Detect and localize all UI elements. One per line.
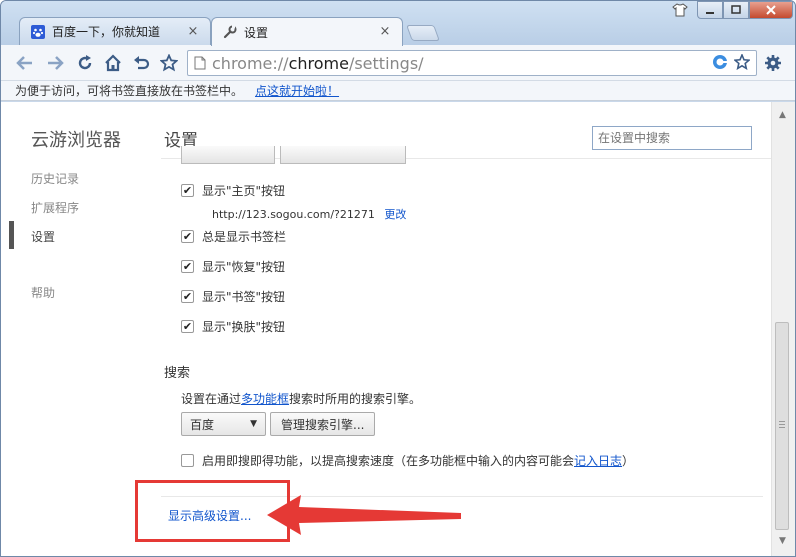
instant-search-row[interactable]: 启用即搜即得功能，以提高搜索速度（在多功能框中输入的内容可能会 记入日志）	[181, 452, 634, 469]
checkbox[interactable]: ✔	[181, 320, 194, 333]
tab-baidu[interactable]: 百度一下，你就知道 ×	[19, 17, 211, 45]
search-description: 设置在通过多功能框搜索时所用的搜索引擎。	[181, 392, 422, 406]
selected-engine: 百度	[190, 417, 215, 432]
new-tab-button[interactable]	[406, 25, 440, 41]
checkbox-row-home[interactable]: ✔ 显示"主页"按钮	[181, 182, 285, 199]
forward-icon[interactable]	[43, 51, 67, 75]
sidebar-item-history[interactable]: 历史记录	[31, 170, 79, 187]
baidu-paw-icon	[30, 24, 46, 40]
checkbox-row-bookmark[interactable]: ✔ 显示"书签"按钮	[181, 288, 285, 305]
homepage-url-row: http://123.sogou.com/?21271 更改	[212, 206, 406, 222]
toolbar: chrome://chrome/settings/	[1, 45, 795, 81]
sidebar-brand: 云游浏览器	[31, 130, 121, 151]
checkbox-row-restore[interactable]: ✔ 显示"恢复"按钮	[181, 258, 285, 275]
settings-page: 云游浏览器 历史记录 扩展程序 设置 帮助 设置 ✔ 显示"主页"按钮 http…	[1, 102, 795, 556]
change-homepage-link[interactable]: 更改	[384, 208, 406, 221]
checkbox-label: 显示"书签"按钮	[202, 290, 286, 304]
restore-icon[interactable]	[129, 51, 153, 75]
bookmark-bar-link[interactable]: 点这就开始啦！	[255, 82, 339, 99]
tab-settings[interactable]: 设置 ×	[211, 17, 403, 46]
bookmark-star-icon[interactable]	[157, 51, 181, 75]
sidebar-item-extensions[interactable]: 扩展程序	[31, 199, 79, 216]
log-link[interactable]: 记入日志	[574, 452, 622, 469]
scroll-down-icon[interactable]: ▼	[779, 536, 786, 546]
vertical-scrollbar[interactable]: ▲ ▼	[771, 102, 795, 556]
tab-title: 百度一下，你就知道	[52, 25, 161, 39]
chevron-down-icon: ▼	[250, 419, 257, 429]
scrolled-button[interactable]	[181, 146, 275, 164]
back-icon[interactable]	[13, 51, 37, 75]
checkbox[interactable]	[181, 454, 194, 467]
sogou-icon[interactable]	[712, 54, 728, 73]
wrench-icon	[222, 24, 238, 40]
tab-strip: 百度一下，你就知道 × 设置 ×	[1, 1, 795, 46]
minimize-button[interactable]	[697, 1, 723, 19]
search-engine-select[interactable]: 百度 ▼	[181, 412, 266, 436]
search-section-title: 搜索	[164, 366, 191, 381]
settings-search-input[interactable]	[592, 126, 752, 150]
settings-gear-icon[interactable]	[761, 51, 785, 75]
close-tab-icon[interactable]: ×	[186, 24, 200, 39]
skin-shirt-icon[interactable]	[669, 1, 691, 19]
scroll-up-icon[interactable]: ▲	[779, 110, 786, 120]
homepage-url: http://123.sogou.com/?21271	[212, 208, 375, 221]
tab-title: 设置	[244, 25, 269, 40]
home-icon[interactable]	[101, 51, 125, 75]
scrolled-button[interactable]	[280, 146, 406, 164]
checkbox-label: 显示"主页"按钮	[202, 184, 286, 198]
close-window-button[interactable]	[749, 1, 793, 19]
checkbox-label: 显示"换肤"按钮	[202, 320, 286, 334]
checkbox[interactable]: ✔	[181, 290, 194, 303]
address-bar[interactable]: chrome://chrome/settings/	[187, 50, 757, 76]
checkbox[interactable]: ✔	[181, 184, 194, 197]
manage-search-engines-button[interactable]: 管理搜索引擎...	[270, 412, 376, 436]
page-icon	[188, 51, 212, 75]
bookmark-page-star-icon[interactable]	[732, 52, 752, 73]
sidebar: 云游浏览器 历史记录 扩展程序 设置 帮助	[1, 102, 151, 556]
close-tab-icon[interactable]: ×	[378, 25, 392, 39]
checkbox-label: 总是显示书签栏	[202, 230, 287, 244]
checkbox-row-bookmarks-bar[interactable]: ✔ 总是显示书签栏	[181, 228, 286, 245]
omnibox-link[interactable]: 多功能框	[241, 392, 289, 406]
maximize-button[interactable]	[723, 1, 749, 19]
checkbox[interactable]: ✔	[181, 260, 194, 273]
reload-icon[interactable]	[73, 51, 97, 75]
scrollbar-thumb[interactable]	[775, 322, 789, 530]
url-text: chrome://chrome/settings/	[212, 53, 424, 73]
bookmark-bar-message: 为便于访问，可将书签直接放在书签栏中。	[15, 84, 244, 98]
bookmark-bar: 为便于访问，可将书签直接放在书签栏中。 点这就开始啦！	[1, 81, 795, 101]
checkbox-row-skin[interactable]: ✔ 显示"换肤"按钮	[181, 318, 285, 335]
window-controls	[669, 1, 793, 19]
sidebar-item-settings[interactable]: 设置	[31, 228, 55, 245]
sidebar-item-help[interactable]: 帮助	[31, 284, 55, 301]
sidebar-selection-marker	[9, 221, 14, 249]
checkbox[interactable]: ✔	[181, 230, 194, 243]
checkbox-label: 显示"恢复"按钮	[202, 260, 286, 274]
browser-window: 百度一下，你就知道 × 设置 × chrome://chrome/setting…	[0, 0, 796, 557]
red-arrow-annotation	[267, 495, 461, 535]
